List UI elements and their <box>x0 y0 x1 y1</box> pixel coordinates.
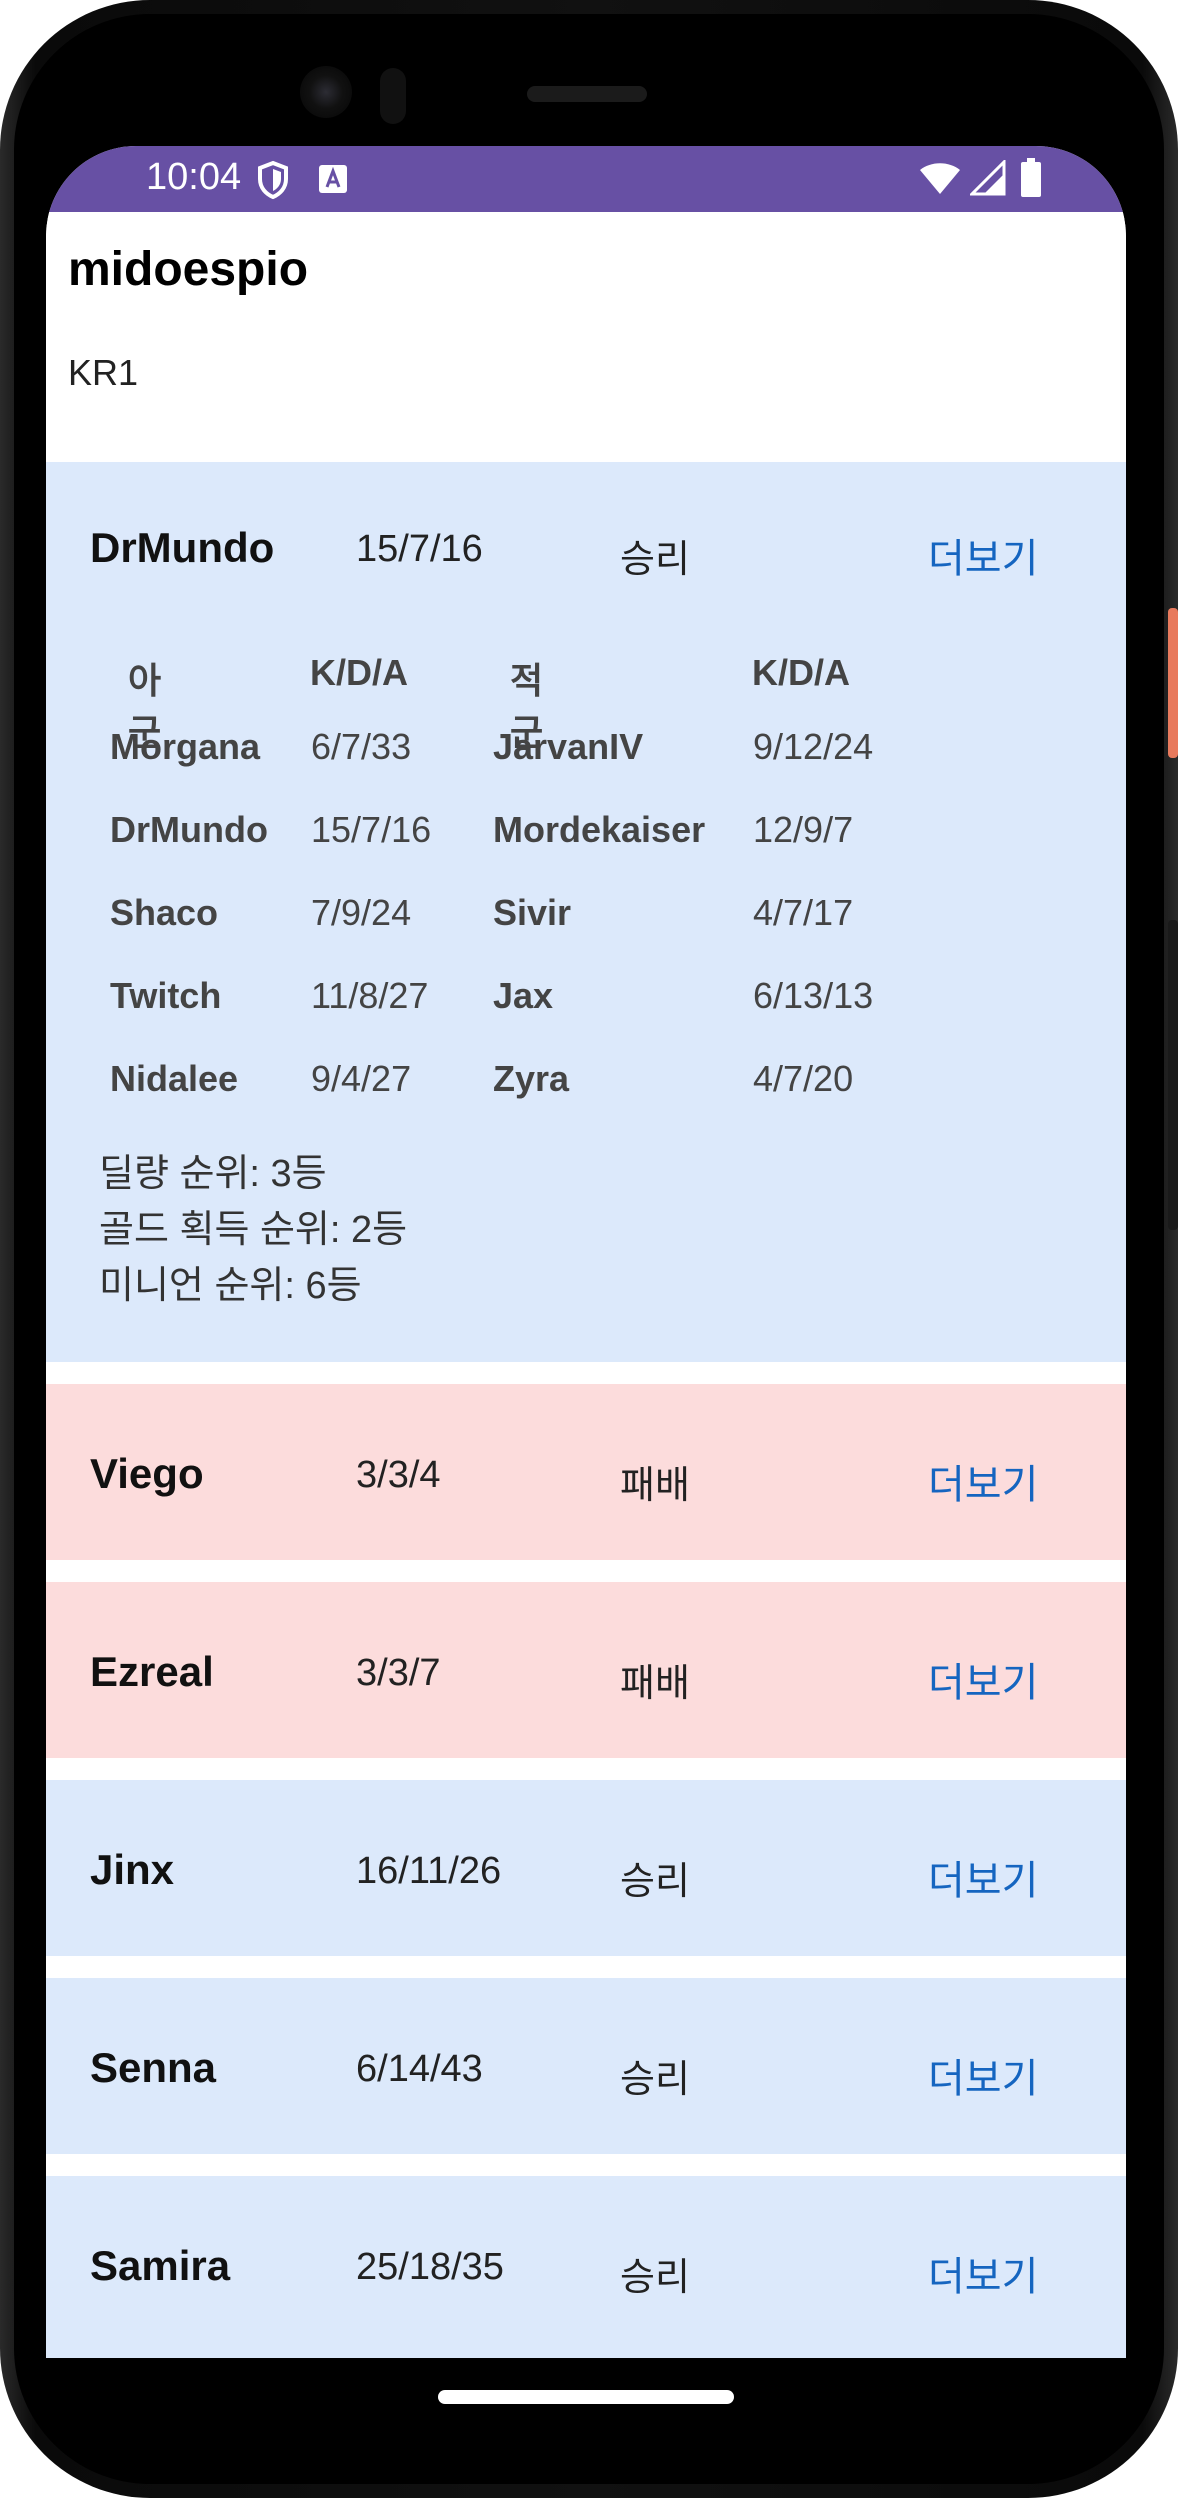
ally-champion: Nidalee <box>110 1058 239 1099</box>
match-result: 승리 <box>620 2059 690 2101</box>
ally-champion: Shaco <box>110 892 219 933</box>
match-kda: 6/14/43 <box>356 2048 483 2090</box>
wifi-icon <box>918 160 962 201</box>
power-button <box>1168 608 1178 758</box>
profile-header: midoespio KR1 <box>46 212 1126 462</box>
ally-kda: 9/4/27 <box>311 1058 412 1099</box>
header-ally-kda: K/D/A <box>310 652 408 693</box>
match-card-expanded[interactable]: DrMundo 15/7/16 승리 더보기 아군 K/D/A 적군 K/D/A… <box>46 462 1126 1362</box>
ally-champion: Twitch <box>110 975 222 1016</box>
enemy-kda: 4/7/20 <box>753 1058 854 1099</box>
damage-rank: 딜량 순위: 3등 <box>99 1153 327 1195</box>
status-bar: 10:04 <box>46 146 1126 212</box>
front-camera <box>300 66 352 118</box>
match-champion: DrMundo <box>90 524 275 571</box>
home-indicator[interactable] <box>438 2390 734 2404</box>
more-button[interactable]: 더보기 <box>928 1650 1038 1708</box>
match-champion: Samira <box>90 2242 231 2289</box>
gold-rank: 골드 획득 순위: 2등 <box>99 1209 408 1251</box>
match-kda: 15/7/16 <box>356 528 483 570</box>
enemy-champion: Mordekaiser <box>493 809 706 850</box>
proximity-sensor <box>380 68 406 124</box>
ally-kda: 11/8/27 <box>311 975 429 1016</box>
phone-frame: 10:04 midoespio KR1 DrMundo 15/7/16 승리 더… <box>0 0 1178 2498</box>
match-result: 승리 <box>620 1861 690 1903</box>
volume-button <box>1168 920 1178 1230</box>
more-button[interactable]: 더보기 <box>928 1452 1038 1510</box>
minion-rank: 미니언 순위: 6등 <box>99 1265 362 1307</box>
ally-kda: 7/9/24 <box>311 892 412 933</box>
more-button[interactable]: 더보기 <box>928 526 1038 584</box>
enemy-kda: 12/9/7 <box>753 809 854 850</box>
match-champion: Jinx <box>90 1846 175 1893</box>
more-button[interactable]: 더보기 <box>928 2244 1038 2302</box>
enemy-champion: JarvanIV <box>493 726 644 767</box>
match-kda: 3/3/7 <box>356 1652 441 1694</box>
match-champion: Senna <box>90 2044 217 2091</box>
battery-icon <box>1020 158 1042 203</box>
match-kda: 16/11/26 <box>356 1850 502 1892</box>
match-card[interactable]: Samira 25/18/35 승리 더보기 <box>46 2176 1126 2358</box>
enemy-champion: Sivir <box>493 892 572 933</box>
cellular-signal-icon <box>968 158 1006 201</box>
match-card[interactable]: Jinx 16/11/26 승리 더보기 <box>46 1780 1126 1956</box>
ally-champion: Morgana <box>110 726 261 767</box>
keyboard-a-icon <box>318 164 348 199</box>
match-kda: 25/18/35 <box>356 2246 504 2288</box>
more-button[interactable]: 더보기 <box>928 1848 1038 1906</box>
match-card[interactable]: Viego 3/3/4 패배 더보기 <box>46 1384 1126 1560</box>
enemy-kda: 6/13/13 <box>753 975 874 1016</box>
enemy-champion: Jax <box>493 975 554 1016</box>
header-enemy-kda: K/D/A <box>752 652 850 693</box>
match-champion: Ezreal <box>90 1648 214 1695</box>
match-champion: Viego <box>90 1450 204 1497</box>
summoner-name: midoespio <box>68 243 309 296</box>
enemy-kda: 9/12/24 <box>753 726 874 767</box>
ally-kda: 6/7/33 <box>311 726 412 767</box>
match-card[interactable]: Ezreal 3/3/7 패배 더보기 <box>46 1582 1126 1758</box>
screen: 10:04 midoespio KR1 DrMundo 15/7/16 승리 더… <box>46 146 1126 2358</box>
match-result: 패배 <box>620 1663 690 1705</box>
shield-icon <box>256 160 290 205</box>
match-kda: 3/3/4 <box>356 1454 441 1496</box>
match-card[interactable]: Senna 6/14/43 승리 더보기 <box>46 1978 1126 2154</box>
region-label: KR1 <box>68 352 139 393</box>
ally-kda: 15/7/16 <box>311 809 432 850</box>
match-result: 승리 <box>620 539 690 581</box>
earpiece-speaker <box>527 86 647 102</box>
match-result: 패배 <box>620 1465 690 1507</box>
more-button[interactable]: 더보기 <box>928 2046 1038 2104</box>
ally-champion: DrMundo <box>110 809 268 850</box>
enemy-kda: 4/7/17 <box>753 892 854 933</box>
match-result: 승리 <box>620 2257 690 2299</box>
status-time: 10:04 <box>146 156 242 198</box>
enemy-champion: Zyra <box>493 1058 570 1099</box>
